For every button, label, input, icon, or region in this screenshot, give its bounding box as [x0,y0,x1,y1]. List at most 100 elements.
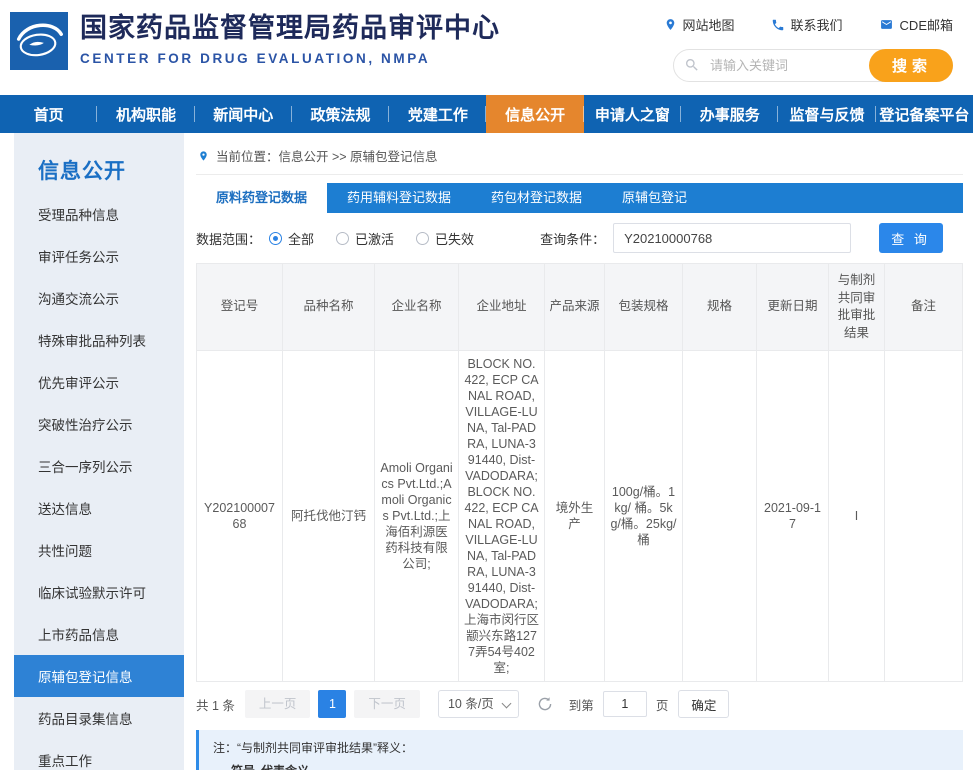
radio-activated-circle [336,232,349,245]
nav-item-info-disclosure[interactable]: 信息公开 [486,95,583,133]
legend-header-symbol: 符号 [225,763,261,770]
cell-spec [683,351,757,682]
scope-radio-group: 全部 已激活 已失效 [269,229,474,248]
contact-us-link-label: 联系我们 [791,15,843,34]
next-page-button[interactable]: 下一页 [354,690,420,718]
site-title-block: 国家药品监督管理局药品审评中心 CENTER FOR DRUG EVALUATI… [80,13,500,66]
radio-expired-circle [416,232,429,245]
goto-page-label: 到第 [569,695,594,714]
nav-item-party-building[interactable]: 党建工作 [389,95,486,133]
column-header-update-date: 更新日期 [757,264,829,351]
radio-expired-label: 已失效 [435,229,474,248]
cell-update-date: 2021-09-17 [757,351,829,682]
legend-note: 注：“与制剂共同审评审批结果”释义： 符号 代表含义 A 已批准在上市制剂使用的… [196,730,963,770]
header-quick-links: 网站地图 联系我们 CDE邮箱 [664,15,953,34]
sitemap-link[interactable]: 网站地图 [664,15,735,34]
nav-item-services[interactable]: 办事服务 [681,95,778,133]
site-title-cn: 国家药品监督管理局药品审评中心 [80,13,500,44]
nav-item-home[interactable]: 首页 [0,95,97,133]
nav-item-organization[interactable]: 机构职能 [97,95,194,133]
radio-all-circle [269,232,282,245]
page-body: 信息公开 受理品种信息 审评任务公示 沟通交流公示 特殊审批品种列表 优先审评公… [0,133,973,770]
cell-product-name: 阿托伐他汀钙 [283,351,375,682]
query-button[interactable]: 查 询 [879,223,943,253]
sidebar-item-delivery-info[interactable]: 送达信息 [14,487,184,529]
nav-item-news[interactable]: 新闻中心 [195,95,292,133]
page-size-select[interactable]: 10 条/页 [438,690,519,718]
prev-page-button[interactable]: 上一页 [245,690,311,718]
sidebar-item-clinical-trial-license[interactable]: 临床试验默示许可 [14,571,184,613]
sidebar-item-marketed-drugs[interactable]: 上市药品信息 [14,613,184,655]
radio-expired[interactable]: 已失效 [416,229,474,248]
cell-product-source: 境外生产 [545,351,605,682]
breadcrumb-text: 当前位置：信息公开 >> 原辅包登记信息 [216,146,438,165]
cell-company-address: BLOCK NO.422, ECP CANAL ROAD, VILLAGE-LU… [459,351,545,682]
search-button[interactable]: 搜索 [869,49,953,82]
filter-bar: 数据范围： 全部 已激活 已失效 查询条件： [196,223,963,253]
sidebar-item-apis-excipients-packaging[interactable]: 原辅包登记信息 [14,655,184,697]
contact-us-link[interactable]: 联系我们 [771,15,843,34]
nav-item-supervision-feedback[interactable]: 监督与反馈 [778,95,875,133]
current-page-button[interactable]: 1 [318,690,346,718]
site-title-en: CENTER FOR DRUG EVALUATION, NMPA [80,51,500,66]
sidebar-item-communication[interactable]: 沟通交流公示 [14,277,184,319]
sidebar-item-accepted-products[interactable]: 受理品种信息 [14,193,184,235]
legend-table: 符号 代表含义 A 已批准在上市制剂使用的原料/辅料/包材。 I 尚未通过与制剂… [213,763,949,770]
sidebar-item-key-work[interactable]: 重点工作 [14,739,184,770]
chevron-down-icon [501,699,511,709]
column-header-registration-number: 登记号 [197,264,283,351]
goto-page-input[interactable] [603,691,647,717]
legend-header-meaning: 代表含义 [261,763,309,770]
cell-company-name: Amoli Organics Pvt.Ltd.;Amoli Organics P… [375,351,459,682]
mail-icon [879,18,894,31]
tab-registration[interactable]: 原辅包登记 [602,183,707,213]
sidebar-item-three-in-one[interactable]: 三合一序列公示 [14,445,184,487]
sidebar-item-breakthrough-therapy[interactable]: 突破性治疗公示 [14,403,184,445]
sidebar-item-common-issues[interactable]: 共性问题 [14,529,184,571]
breadcrumb: 当前位置：信息公开 >> 原辅包登记信息 [196,141,963,175]
phone-icon [771,18,785,32]
sidebar: 信息公开 受理品种信息 审评任务公示 沟通交流公示 特殊审批品种列表 优先审评公… [14,133,184,770]
refresh-icon[interactable] [537,696,553,712]
table-header-row: 登记号 品种名称 企业名称 企业地址 产品来源 包装规格 规格 更新日期 与制剂… [197,264,963,351]
sidebar-item-priority-review[interactable]: 优先审评公示 [14,361,184,403]
cell-registration-number: Y20210000768 [197,351,283,682]
column-header-joint-review-result: 与制剂共同审批审批结果 [829,264,885,351]
query-input[interactable] [613,223,851,253]
column-header-spec: 规格 [683,264,757,351]
site-header: 国家药品监督管理局药品审评中心 CENTER FOR DRUG EVALUATI… [0,0,973,95]
sidebar-item-drug-catalog[interactable]: 药品目录集信息 [14,697,184,739]
search-icon [684,57,700,78]
cde-mail-link[interactable]: CDE邮箱 [879,15,953,34]
sidebar-item-review-tasks[interactable]: 审评任务公示 [14,235,184,277]
column-header-company-name: 企业名称 [375,264,459,351]
radio-all[interactable]: 全部 [269,229,314,248]
radio-activated-label: 已激活 [355,229,394,248]
registration-data-table: 登记号 品种名称 企业名称 企业地址 产品来源 包装规格 规格 更新日期 与制剂… [196,263,963,682]
sidebar-item-special-approval-list[interactable]: 特殊审批品种列表 [14,319,184,361]
radio-all-label: 全部 [288,229,314,248]
cell-remark [885,351,963,682]
tab-packaging-data[interactable]: 药包材登记数据 [471,183,602,213]
table-row: Y20210000768 阿托伐他汀钙 Amoli Organics Pvt.L… [197,351,963,682]
nav-item-registration-platform[interactable]: 登记备案平台 [876,95,973,133]
column-header-company-address: 企业地址 [459,264,545,351]
nav-item-applicant-window[interactable]: 申请人之窗 [584,95,681,133]
cde-mail-link-label: CDE邮箱 [900,15,953,34]
pagination-total: 共 1 条 [196,695,235,714]
sitemap-link-label: 网站地图 [683,15,735,34]
page-size-value: 10 条/页 [448,697,494,711]
cell-package-spec: 100g/桶。1kg/ 桶。5kg/桶。25kg/桶 [605,351,683,682]
tab-api-data[interactable]: 原料药登记数据 [196,183,327,213]
cde-logo-icon [10,12,68,70]
sidebar-title: 信息公开 [14,133,184,193]
goto-confirm-button[interactable]: 确定 [678,690,729,718]
legend-note-title: 注：“与制剂共同审评审批结果”释义： [213,738,949,759]
scope-label: 数据范围： [196,229,261,248]
legend-header-row: 符号 代表含义 [225,763,949,770]
radio-activated[interactable]: 已激活 [336,229,394,248]
tab-excipients-data[interactable]: 药用辅料登记数据 [327,183,471,213]
nav-item-policy[interactable]: 政策法规 [292,95,389,133]
goto-page-unit: 页 [656,695,669,714]
data-tabs: 原料药登记数据 药用辅料登记数据 药包材登记数据 原辅包登记 [196,183,963,213]
